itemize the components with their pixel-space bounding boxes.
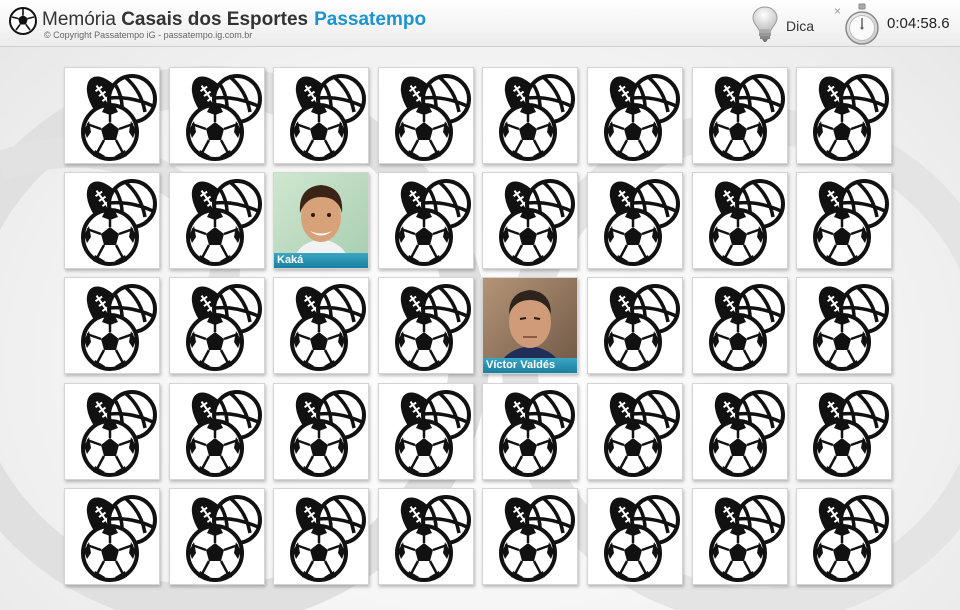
- memory-card[interactable]: [273, 67, 369, 164]
- memory-card[interactable]: [378, 383, 474, 480]
- memory-card[interactable]: [587, 488, 683, 585]
- sports-balls-icon: [379, 278, 473, 373]
- memory-card-revealed[interactable]: Kaká: [273, 172, 369, 269]
- memory-card[interactable]: [64, 277, 160, 374]
- hint-button[interactable]: Dica: [748, 4, 822, 44]
- sports-balls-icon: [693, 278, 787, 373]
- sports-balls-icon: [170, 489, 264, 584]
- sports-balls-icon: [379, 489, 473, 584]
- memory-card[interactable]: [64, 67, 160, 164]
- light-bulb-icon: [752, 6, 778, 42]
- memory-card[interactable]: [692, 67, 788, 164]
- memory-card[interactable]: [692, 383, 788, 480]
- sports-balls-icon: [274, 384, 368, 479]
- memory-card[interactable]: [796, 277, 892, 374]
- memory-card-revealed[interactable]: Víctor Valdés: [482, 277, 578, 374]
- sports-balls-icon: [170, 278, 264, 373]
- sports-balls-icon: [379, 384, 473, 479]
- sports-balls-icon: [274, 278, 368, 373]
- title-prefix: Memória: [42, 9, 116, 30]
- brand-name[interactable]: Passatempo: [314, 9, 426, 30]
- sports-balls-icon: [693, 489, 787, 584]
- memory-card[interactable]: [64, 383, 160, 480]
- sports-balls-icon: [588, 489, 682, 584]
- sports-balls-icon: [797, 489, 891, 584]
- sports-balls-icon: [797, 173, 891, 268]
- sports-balls-icon: [797, 278, 891, 373]
- stopwatch-icon: [845, 3, 879, 45]
- sports-balls-icon: [170, 384, 264, 479]
- sports-balls-icon: [65, 384, 159, 479]
- sports-balls-icon: [483, 384, 577, 479]
- memory-card[interactable]: [587, 383, 683, 480]
- sports-balls-icon: [693, 173, 787, 268]
- memory-card[interactable]: [378, 488, 474, 585]
- hint-label: Dica: [786, 18, 815, 34]
- memory-card[interactable]: [482, 67, 578, 164]
- memory-card[interactable]: [692, 277, 788, 374]
- memory-card[interactable]: [796, 488, 892, 585]
- sports-balls-icon: [274, 68, 368, 163]
- sports-balls-icon: [379, 68, 473, 163]
- memory-card[interactable]: [796, 383, 892, 480]
- memory-card[interactable]: [64, 488, 160, 585]
- memory-card[interactable]: [378, 172, 474, 269]
- soccer-ball-icon: [9, 7, 37, 35]
- memory-card[interactable]: [378, 277, 474, 374]
- sports-balls-icon: [170, 68, 264, 163]
- close-icon[interactable]: ×: [834, 4, 841, 18]
- sports-balls-icon: [379, 173, 473, 268]
- memory-card[interactable]: [273, 277, 369, 374]
- memory-card[interactable]: [169, 172, 265, 269]
- sports-balls-icon: [588, 278, 682, 373]
- memory-card[interactable]: [796, 172, 892, 269]
- player-name-label: Kaká: [274, 253, 368, 268]
- memory-card[interactable]: [587, 277, 683, 374]
- sports-balls-icon: [588, 384, 682, 479]
- player-name-label: Víctor Valdés: [483, 358, 577, 373]
- memory-card[interactable]: [482, 488, 578, 585]
- memory-card[interactable]: [169, 383, 265, 480]
- sports-balls-icon: [797, 384, 891, 479]
- memory-card[interactable]: [796, 67, 892, 164]
- game-board: Kaká Víctor Valdés: [64, 67, 896, 585]
- sports-balls-icon: [170, 173, 264, 268]
- sports-balls-icon: [693, 68, 787, 163]
- page-title: Memória Casais dos Esportes Passatempo: [42, 9, 426, 31]
- sports-balls-icon: [588, 173, 682, 268]
- memory-card[interactable]: [273, 488, 369, 585]
- sports-balls-icon: [274, 489, 368, 584]
- sports-balls-icon: [65, 68, 159, 163]
- sports-balls-icon: [65, 278, 159, 373]
- memory-card[interactable]: [378, 67, 474, 164]
- memory-card[interactable]: [587, 67, 683, 164]
- memory-card[interactable]: [169, 488, 265, 585]
- sports-balls-icon: [483, 173, 577, 268]
- sports-balls-icon: [65, 173, 159, 268]
- memory-card[interactable]: [169, 277, 265, 374]
- memory-card[interactable]: [169, 67, 265, 164]
- sports-balls-icon: [483, 68, 577, 163]
- copyright-text: © Copyright Passatempo iG - passatempo.i…: [44, 30, 253, 40]
- memory-card[interactable]: [692, 488, 788, 585]
- timer-display: 0:04:58.6: [887, 15, 950, 32]
- sports-balls-icon: [65, 489, 159, 584]
- header-bar: Memória Casais dos Esportes Passatempo © …: [0, 0, 960, 47]
- memory-card[interactable]: [587, 172, 683, 269]
- memory-card[interactable]: [482, 383, 578, 480]
- title-main: Casais dos Esportes: [121, 9, 309, 30]
- sports-balls-icon: [693, 384, 787, 479]
- memory-card[interactable]: [64, 172, 160, 269]
- memory-card[interactable]: [273, 383, 369, 480]
- sports-balls-icon: [797, 68, 891, 163]
- sports-balls-icon: [483, 489, 577, 584]
- memory-card[interactable]: [482, 172, 578, 269]
- memory-card[interactable]: [692, 172, 788, 269]
- sports-balls-icon: [588, 68, 682, 163]
